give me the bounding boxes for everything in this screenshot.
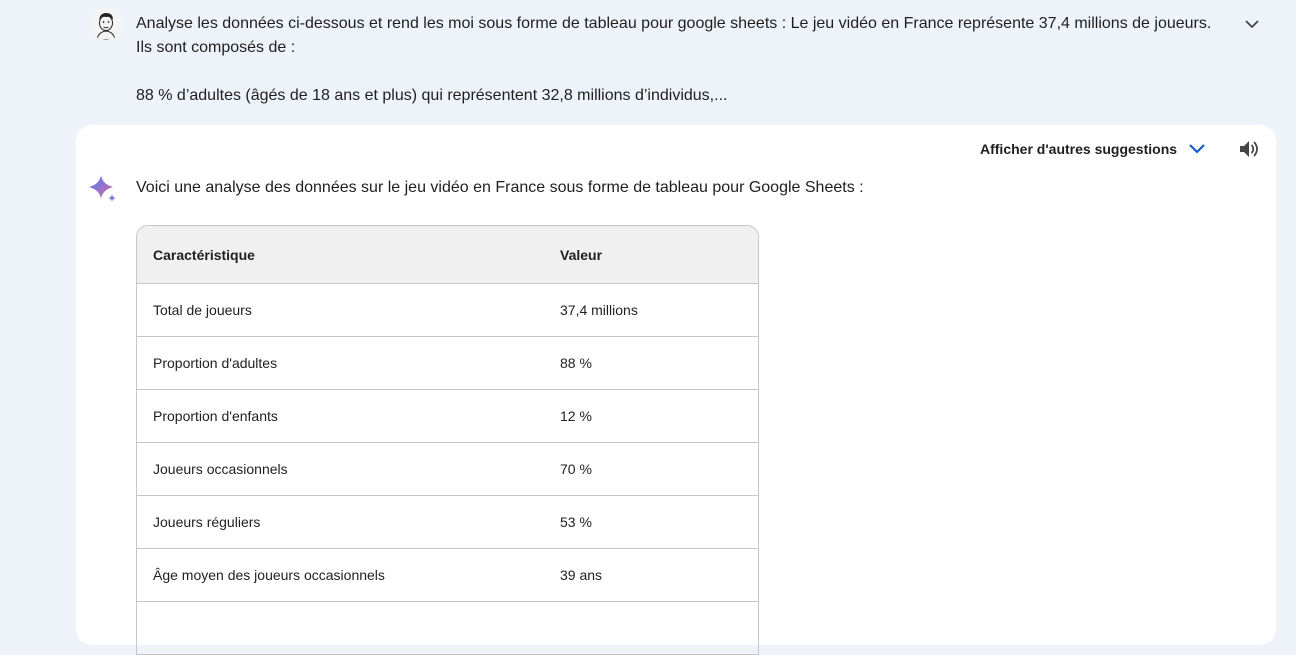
- user-prompt-line2: Ils sont composés de :: [136, 39, 296, 56]
- column-header-valeur: Valeur: [544, 226, 758, 284]
- user-prompt-line1: Analyse les données ci-dessous et rend l…: [136, 15, 1212, 32]
- table-cell: 70 %: [544, 442, 758, 496]
- table-cell: Total de joueurs: [137, 283, 544, 337]
- user-avatar-icon: [90, 8, 122, 40]
- table-row: Total de joueurs 37,4 millions: [137, 283, 758, 337]
- table-row: Proportion d'enfants 12 %: [137, 389, 758, 443]
- drafts-label: Afficher d'autres suggestions: [980, 141, 1178, 157]
- user-avatar[interactable]: [90, 8, 122, 40]
- expand-prompt-button[interactable]: [1240, 12, 1264, 36]
- speaker-icon: [1240, 141, 1258, 157]
- table-cell: 53 %: [544, 495, 758, 549]
- table-cell: Joueurs occasionnels: [137, 442, 544, 496]
- table-cell: Âge moyen des joueurs occasionnels: [137, 548, 544, 602]
- table-cell: [137, 601, 544, 655]
- user-prompt-text: Analyse les données ci-dessous et rend l…: [136, 12, 1231, 108]
- table-row: Joueurs occasionnels 70 %: [137, 442, 758, 496]
- table-cell: 88 %: [544, 336, 758, 390]
- gemini-sparkle-icon: [88, 174, 118, 204]
- table-cell: 39 ans: [544, 548, 758, 602]
- table-cell: 12 %: [544, 389, 758, 443]
- table-row: Âge moyen des joueurs occasionnels 39 an…: [137, 548, 758, 602]
- table-cell: Joueurs réguliers: [137, 495, 544, 549]
- table-header-row: Caractéristique Valeur: [137, 226, 758, 284]
- table-cell: [544, 601, 758, 655]
- read-aloud-button[interactable]: [1238, 137, 1262, 161]
- table-row: [137, 601, 758, 655]
- table-row: Proportion d'adultes 88 %: [137, 336, 758, 390]
- table-row: Joueurs réguliers 53 %: [137, 495, 758, 549]
- chevron-down-icon: [1245, 20, 1259, 28]
- chevron-down-icon: [1189, 144, 1205, 153]
- user-prompt-line3: 88 % d’adultes (âgés de 18 ans et plus) …: [136, 87, 728, 104]
- response-intro: Voici une analyse des données sur le jeu…: [136, 179, 864, 196]
- show-drafts-button[interactable]: Afficher d'autres suggestions: [980, 138, 1205, 160]
- column-header-caracteristique: Caractéristique: [137, 226, 544, 284]
- data-table: Caractéristique Valeur Total de joueurs …: [136, 225, 759, 655]
- table-cell: 37,4 millions: [544, 283, 758, 337]
- table-cell: Proportion d'adultes: [137, 336, 544, 390]
- table-cell: Proportion d'enfants: [137, 389, 544, 443]
- user-prompt-turn: Analyse les données ci-dessous et rend l…: [0, 0, 1296, 125]
